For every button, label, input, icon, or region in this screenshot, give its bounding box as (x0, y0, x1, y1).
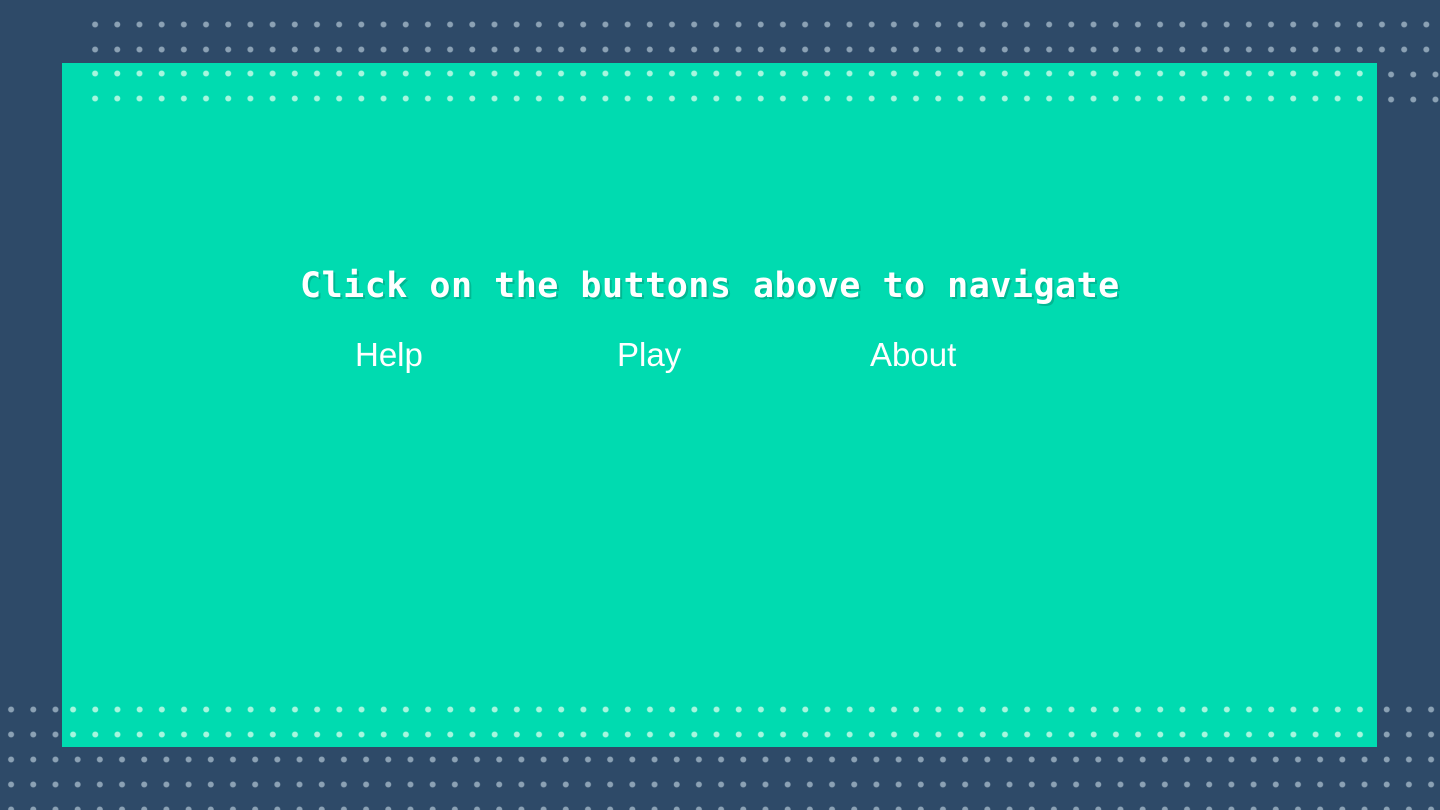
dot-pattern-top (84, 12, 1440, 62)
help-button[interactable]: Help (355, 336, 423, 374)
panel-dot-pattern-bottom (62, 697, 1377, 747)
game-menu-screen: { "menu": { "instruction": "Click on the… (0, 0, 1440, 810)
menu-panel (62, 61, 1377, 747)
play-button[interactable]: Play (617, 336, 681, 374)
instruction-heading: Click on the buttons above to navigate (300, 266, 1120, 306)
panel-dot-pattern-top (84, 61, 1377, 111)
dot-pattern-right (1378, 62, 1440, 112)
about-button[interactable]: About (870, 336, 956, 374)
